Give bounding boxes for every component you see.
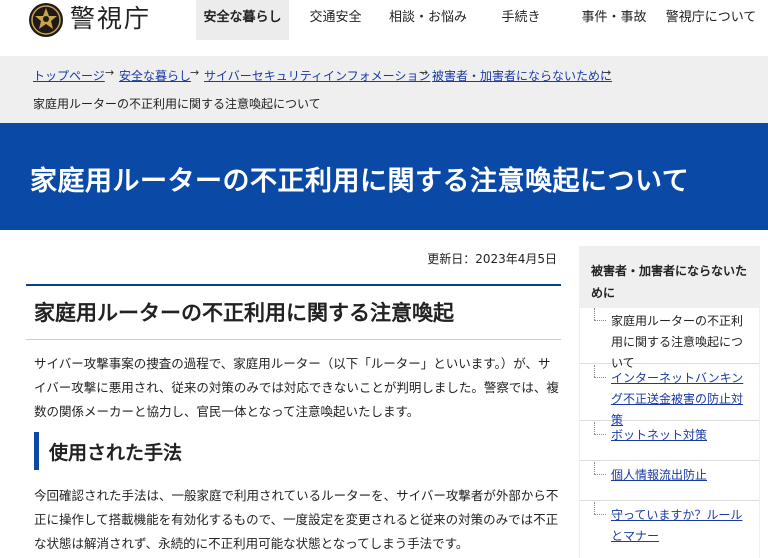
- sidebar-item-manners[interactable]: 守っていますか？ルールとマナー: [580, 502, 759, 558]
- breadcrumb: トップページ → 安全な暮らし → サイバーセキュリティインフォメーション → …: [0, 56, 768, 123]
- breadcrumb-separator-icon: →: [419, 66, 429, 79]
- tree-branch-icon: [594, 377, 606, 378]
- nav-safe-living[interactable]: 安全な暮らし: [196, 0, 289, 40]
- sidebar-list: 家庭用ルーターの不正利用に関する注意喚起について インターネットバンキング不正送…: [580, 308, 759, 558]
- nav-about[interactable]: 警視庁について: [660, 0, 762, 40]
- sidebar-heading: 被害者・加害者にならないために: [591, 264, 748, 300]
- section-heading-box: 使用された手法: [34, 432, 559, 470]
- breadcrumb-victims[interactable]: 被害者・加害者にならないために: [432, 67, 612, 84]
- tree-branch-icon: [594, 434, 606, 435]
- tree-branch-icon: [594, 474, 606, 475]
- page-title: 家庭用ルーターの不正利用に関する注意喚起について: [30, 166, 690, 197]
- section-heading: 使用された手法: [49, 442, 183, 464]
- sidebar-item-banking[interactable]: インターネットバンキング不正送金被害の防止対策: [580, 365, 759, 427]
- sidebar-item-privacy[interactable]: 個人情報流出防止: [580, 462, 759, 501]
- article-heading-box: 家庭用ルーターの不正利用に関する注意喚起: [26, 284, 561, 340]
- breadcrumb-separator-icon: →: [602, 66, 612, 79]
- breadcrumb-separator-icon: →: [105, 66, 115, 79]
- breadcrumb-safe-living[interactable]: 安全な暮らし: [119, 67, 191, 84]
- nav-procedures[interactable]: 手続き: [482, 0, 560, 40]
- sidebar-item-label[interactable]: ボットネット対策: [611, 425, 751, 446]
- sidebar-item-label[interactable]: 個人情報流出防止: [611, 465, 751, 486]
- sidebar-item-router: 家庭用ルーターの不正利用に関する注意喚起について: [580, 308, 759, 370]
- police-emblem-icon[interactable]: [28, 2, 64, 38]
- nav-incidents[interactable]: 事件・事故: [574, 0, 654, 40]
- nav-traffic-safety[interactable]: 交通安全: [297, 0, 374, 40]
- tree-branch-icon: [594, 514, 606, 515]
- section-paragraph: 今回確認された手法は、一般家庭で利用されているルーターを、サイバー攻撃者が外部か…: [34, 488, 559, 551]
- site-header: 警視庁 安全な暮らし 交通安全 相談・お悩み 手続き 事件・事故 警視庁について: [0, 0, 768, 40]
- updated-date: 更新日：2023年4月5日: [427, 252, 557, 266]
- page-title-banner: 家庭用ルーターの不正利用に関する注意喚起について: [0, 123, 768, 230]
- breadcrumb-separator-icon: →: [190, 66, 200, 79]
- sidebar: 被害者・加害者にならないために 家庭用ルーターの不正利用に関する注意喚起について…: [579, 246, 760, 558]
- breadcrumb-home[interactable]: トップページ: [33, 67, 105, 84]
- sidebar-item-label[interactable]: 守っていますか？ルールとマナー: [611, 505, 751, 547]
- article-heading: 家庭用ルーターの不正利用に関する注意喚起: [34, 301, 454, 325]
- intro-paragraph: サイバー攻撃事案の捜査の過程で、家庭用ルーター（以下「ルーター」といいます。）が…: [34, 356, 559, 419]
- nav-consultation[interactable]: 相談・お悩み: [382, 0, 474, 40]
- breadcrumb-current: 家庭用ルーターの不正利用に関する注意喚起について: [33, 97, 321, 111]
- site-name[interactable]: 警視庁: [70, 4, 151, 34]
- tree-branch-icon: [594, 320, 606, 321]
- sidebar-item-botnet[interactable]: ボットネット対策: [580, 422, 759, 461]
- breadcrumb-cyber-security[interactable]: サイバーセキュリティインフォメーション: [204, 67, 430, 84]
